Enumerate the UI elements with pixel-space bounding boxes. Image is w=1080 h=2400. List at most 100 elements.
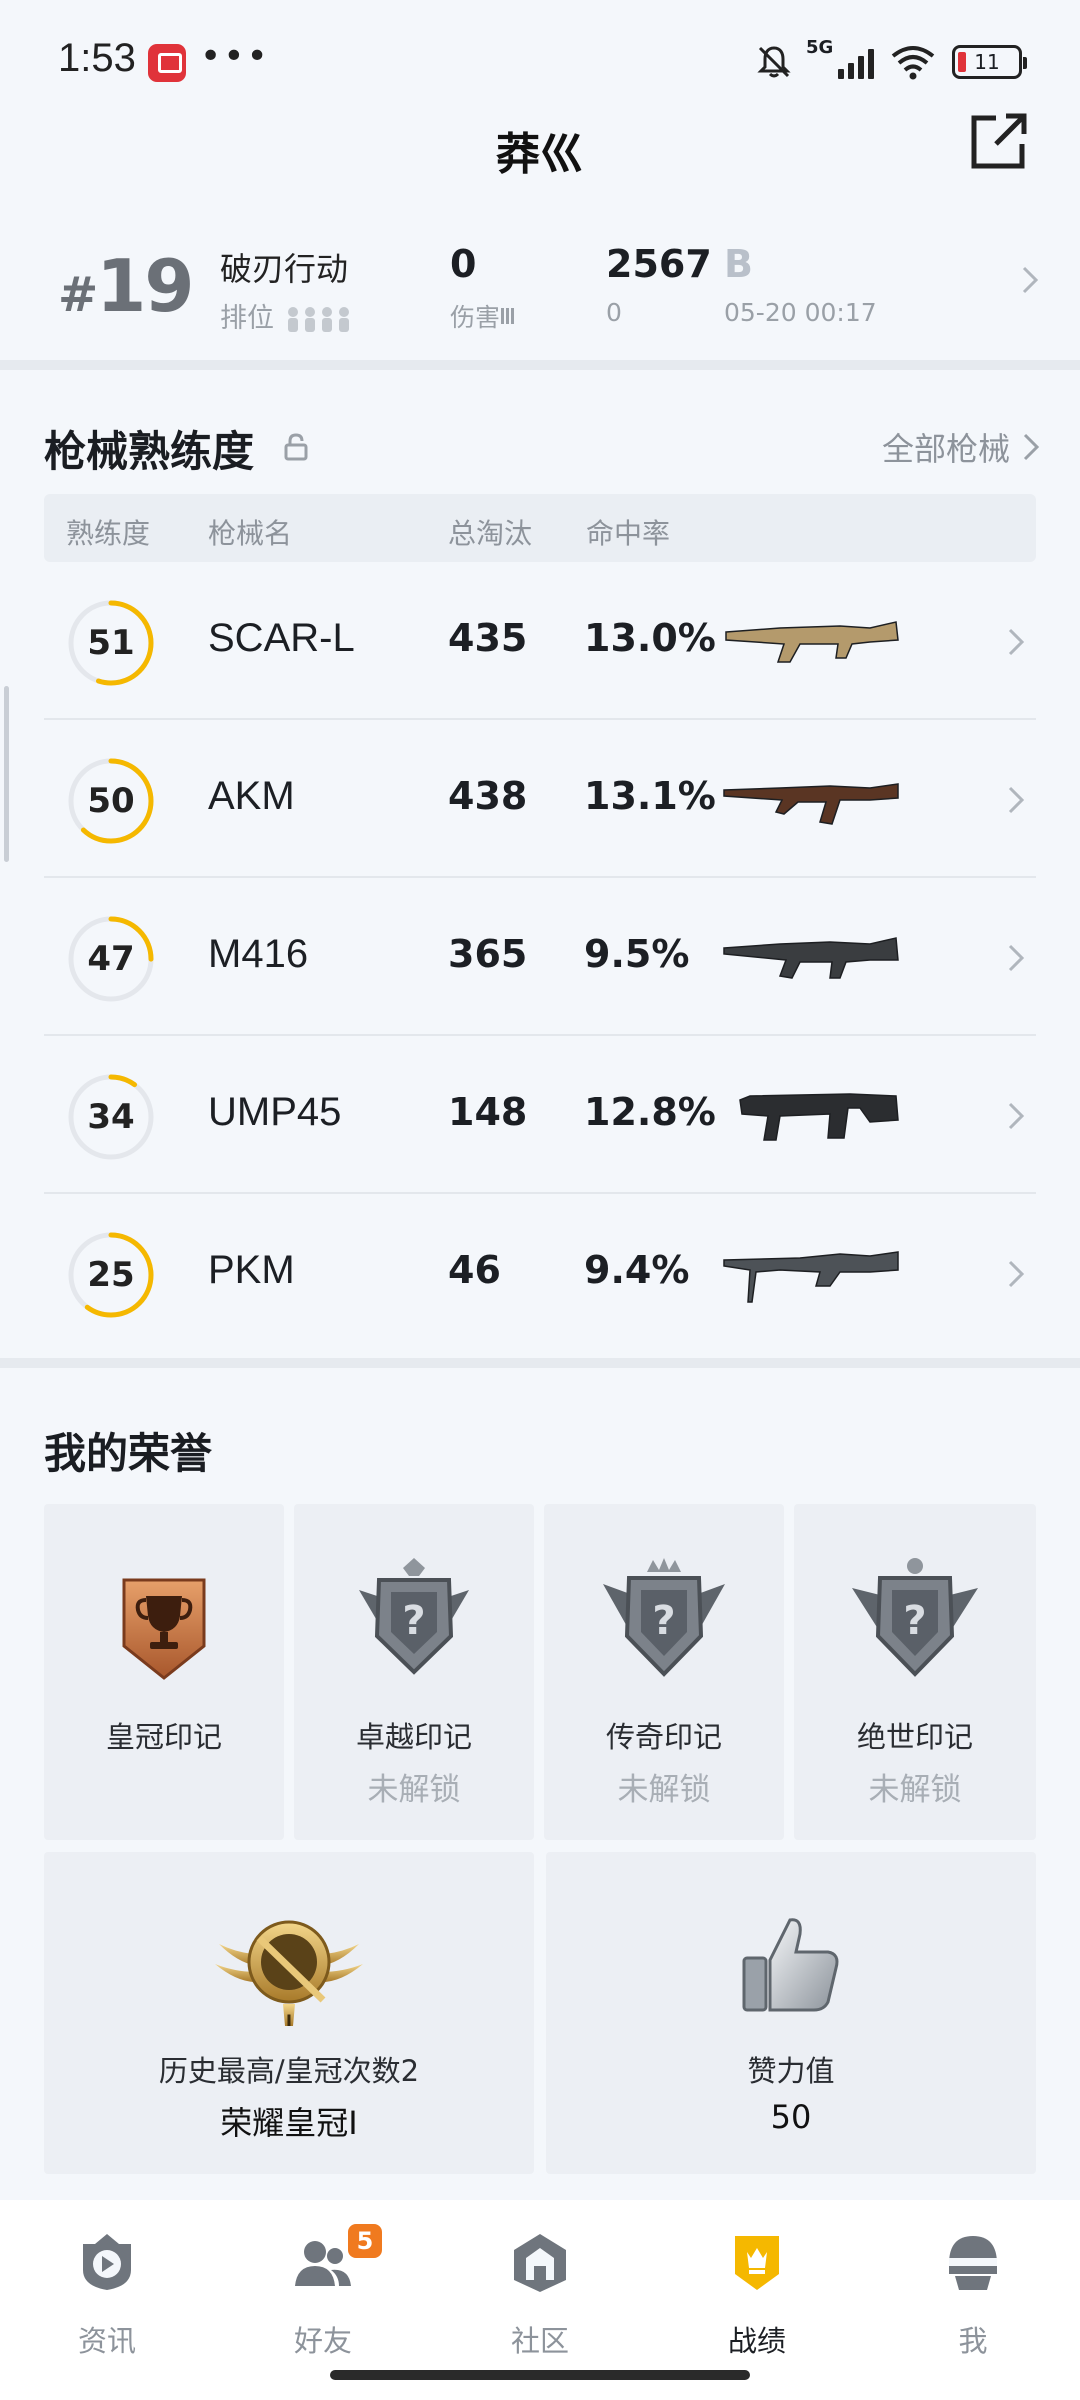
locked-legend-badge-icon: ?: [603, 1558, 725, 1677]
nav-tab-community[interactable]: 社区: [475, 2220, 605, 2358]
nav-tab-record[interactable]: 战绩: [692, 2220, 822, 2358]
match-type-label: 排位: [220, 296, 353, 335]
weapon-accuracy: 12.8%: [584, 1090, 716, 1134]
signal-icon: 5G: [806, 37, 874, 79]
ump45-smg-icon: [739, 1093, 899, 1141]
weapon-name: AKM: [208, 774, 295, 818]
friends-badge: 5: [348, 2224, 382, 2258]
weapon-name: PKM: [208, 1248, 295, 1292]
column-total-kills: 总淘汰: [448, 517, 533, 550]
weapon-accuracy: 9.4%: [584, 1248, 690, 1292]
svg-text:?: ?: [903, 1598, 926, 1644]
damage-label-text: 伤害: [450, 303, 501, 332]
weapon-kills: 46: [448, 1248, 501, 1292]
svg-text:?: ?: [652, 1598, 675, 1644]
weapon-accuracy: 13.0%: [584, 616, 716, 660]
weapon-row[interactable]: 34 UMP45 148 12.8%: [44, 1038, 1036, 1194]
svg-text:I: I: [286, 2011, 292, 2030]
team-icon: [287, 306, 349, 332]
damage-bars-icon: [501, 308, 515, 324]
nav-label: 社区: [510, 2324, 569, 2358]
locked-excellence-badge-icon: ?: [359, 1558, 469, 1675]
locked-supreme-badge-icon: ?: [852, 1558, 978, 1677]
news-icon: [83, 2234, 131, 2290]
chevron-right-icon: [1008, 628, 1025, 656]
nav-label: 我: [958, 2324, 988, 2358]
column-proficiency: 熟练度: [66, 517, 151, 550]
weapon-name: SCAR-L: [208, 616, 355, 660]
chevron-right-icon: [1008, 786, 1025, 814]
profile-icon: [949, 2236, 997, 2290]
proficiency-level: 34: [87, 1097, 135, 1137]
chevron-right-icon: [1023, 433, 1040, 461]
honor-card-supreme[interactable]: ? 绝世印记 未解锁: [794, 1504, 1036, 1840]
network-type: 5G: [806, 37, 834, 58]
match-type-text: 排位: [220, 303, 274, 334]
honors-section-title: 我的荣誉: [44, 1429, 213, 1478]
svg-text:?: ?: [402, 1598, 425, 1644]
peak-tier-card[interactable]: I 历史最高/皇冠次数2 荣耀皇冠I: [44, 1852, 534, 2174]
honor-card-crown[interactable]: 皇冠印记: [44, 1504, 284, 1840]
share-icon[interactable]: [966, 108, 1032, 174]
honor-card-legend[interactable]: ? 传奇印记 未解锁: [544, 1504, 784, 1840]
wifi-icon: [891, 46, 935, 80]
likes-card[interactable]: 赞力值 50: [546, 1852, 1036, 2174]
battery-icon: 11: [952, 45, 1027, 79]
match-rank-value: 19: [96, 244, 194, 328]
recent-match-card[interactable]: #19 破刃行动 排位 0 伤害 2567 0 B 05-20 00:17: [0, 200, 1080, 360]
battery-level: 11: [974, 50, 1000, 74]
honor-card-excellence[interactable]: ? 卓越印记 未解锁: [294, 1504, 534, 1840]
nav-label: 好友: [293, 2324, 352, 2358]
weapon-row[interactable]: 50 AKM 438 13.1%: [44, 722, 1036, 878]
likes-value: 50: [770, 2098, 812, 2136]
crown-trophy-badge-icon: [122, 1578, 206, 1680]
community-icon: [514, 2234, 566, 2292]
honor-status: 未解锁: [617, 1772, 711, 1808]
nav-tab-profile[interactable]: 我: [908, 2220, 1038, 2358]
thumbs-up-icon: [742, 1918, 839, 2012]
pkm-mg-icon: [723, 1251, 899, 1303]
weapon-row[interactable]: 47 M416 365 9.5%: [44, 880, 1036, 1036]
honor-name: 传奇印记: [605, 1720, 722, 1754]
honor-name: 卓越印记: [355, 1720, 472, 1754]
scar-l-rifle-icon: [725, 621, 899, 663]
match-score-sub: 0: [606, 298, 622, 327]
more-notifications-icon: •••: [200, 36, 270, 77]
home-indicator[interactable]: [330, 2370, 750, 2380]
honor-name: 皇冠印记: [105, 1720, 222, 1754]
honor-status: 未解锁: [868, 1772, 962, 1808]
likes-label: 赞力值: [747, 2054, 835, 2088]
proficiency-level: 25: [87, 1255, 135, 1295]
nav-tab-friends[interactable]: 5 好友: [258, 2220, 388, 2358]
nav-tab-news[interactable]: 资讯: [42, 2220, 172, 2358]
page-header: 莽巛: [0, 100, 1080, 190]
chevron-right-icon: [1008, 944, 1025, 972]
scrollbar[interactable]: [4, 686, 9, 862]
nav-label: 战绩: [727, 2324, 786, 2358]
record-icon: [735, 2236, 779, 2290]
honor-name: 绝世印记: [856, 1720, 973, 1754]
peak-tier-label: 历史最高/皇冠次数2: [158, 2054, 420, 2088]
chevron-right-icon: [1008, 1260, 1025, 1288]
weapon-name: M416: [208, 932, 309, 976]
chevron-right-icon: [1008, 1102, 1025, 1130]
weapon-kills: 148: [448, 1090, 528, 1134]
weapon-accuracy: 13.1%: [584, 774, 716, 818]
akm-rifle-icon: [723, 783, 899, 825]
column-weapon-name: 枪械名: [208, 517, 293, 550]
damage-label: 伤害: [450, 298, 516, 334]
weapon-row[interactable]: 51 SCAR-L 435 13.0%: [44, 564, 1036, 720]
column-accuracy: 命中率: [586, 517, 671, 550]
weapon-row[interactable]: 25 PKM 46 9.4%: [44, 1196, 1036, 1352]
chevron-right-icon: [1022, 266, 1039, 294]
section-divider: [0, 1358, 1080, 1368]
proficiency-level: 50: [87, 781, 135, 821]
peak-tier-value: 荣耀皇冠I: [220, 2104, 358, 2142]
weapon-kills: 435: [448, 616, 528, 660]
lock-icon[interactable]: [283, 432, 309, 462]
all-weapons-link[interactable]: 全部枪械: [882, 424, 1040, 470]
match-mode: 破刃行动: [220, 250, 349, 288]
honor-status: 未解锁: [367, 1772, 461, 1808]
proficiency-level: 47: [87, 939, 135, 979]
nav-label: 资讯: [77, 2324, 136, 2358]
